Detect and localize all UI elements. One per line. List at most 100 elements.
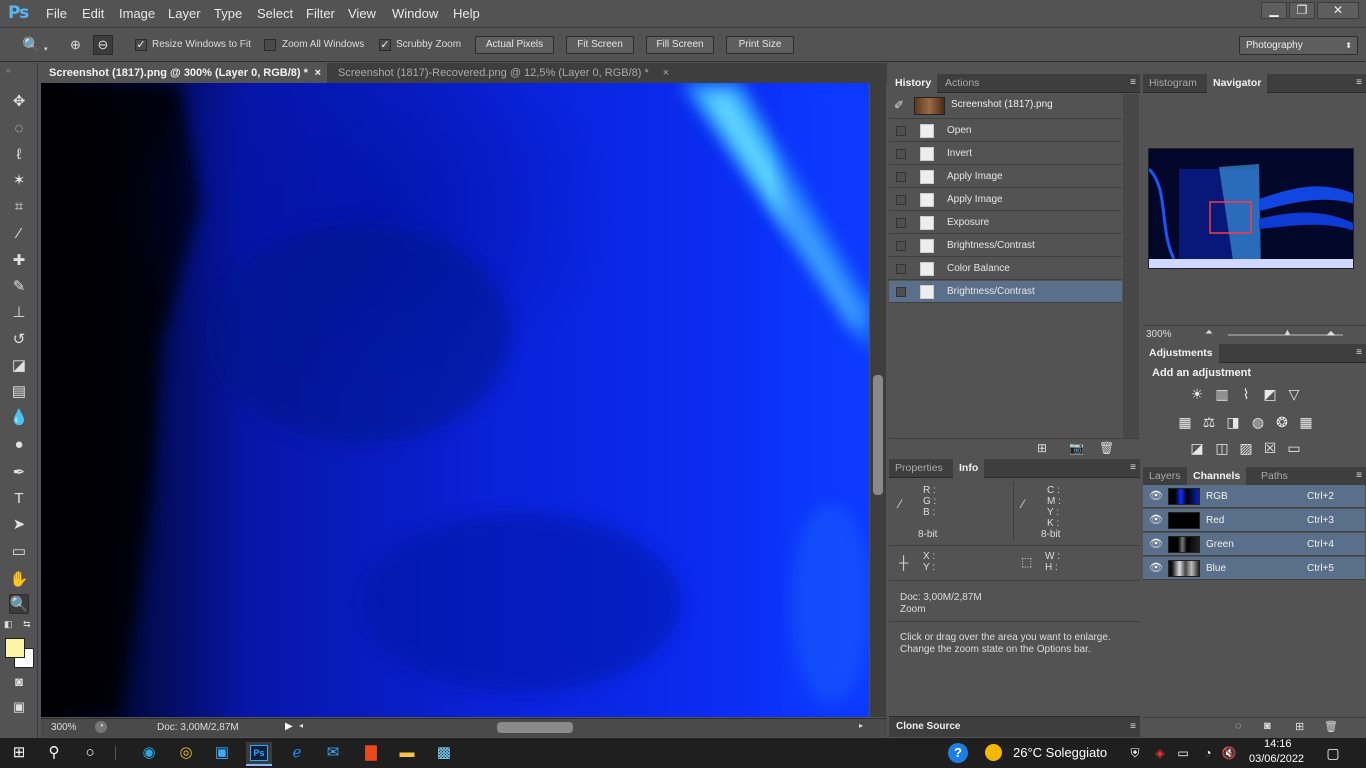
channel-mixer-icon[interactable]: ❂ (1273, 414, 1291, 430)
selective-color-icon[interactable]: ☒ (1261, 440, 1279, 456)
pen-tool-icon[interactable]: ✒ (9, 462, 29, 482)
history-brush-checkbox[interactable] (896, 218, 906, 228)
history-state[interactable]: Apply Image (889, 166, 1122, 188)
menu-image[interactable]: Image (119, 6, 155, 21)
rectangle-tool-icon[interactable]: ▭ (9, 541, 29, 561)
photo-filter-icon[interactable]: ◍ (1249, 414, 1267, 430)
tab-layers[interactable]: Layers (1143, 467, 1187, 486)
wifi-icon[interactable]: ◔ (1198, 743, 1218, 763)
menu-edit[interactable]: Edit (82, 6, 104, 21)
zoom-tool-preset-icon[interactable]: 🔍 (22, 36, 41, 54)
mail-icon[interactable]: ✉ (323, 743, 343, 763)
levels-icon[interactable]: ▥ (1213, 386, 1231, 402)
actual-pixels-button[interactable]: Actual Pixels (475, 36, 554, 54)
workspace-select[interactable]: Photography ⬍ (1239, 36, 1358, 55)
tab-navigator[interactable]: Navigator (1207, 74, 1268, 93)
lasso-tool-icon[interactable]: ℓ (9, 144, 29, 164)
document-canvas[interactable] (41, 83, 869, 717)
history-brush-checkbox[interactable] (896, 195, 906, 205)
panel-menu-icon[interactable]: ≡ (1356, 77, 1362, 88)
remote-desktop-icon[interactable]: ▣ (212, 743, 232, 763)
sun-weather-icon[interactable] (985, 744, 1002, 761)
brush-source-icon[interactable]: ✐ (894, 98, 904, 112)
type-tool-icon[interactable]: T (9, 488, 29, 508)
color-lookup-icon[interactable]: ▦ (1297, 414, 1315, 430)
channel-row-red[interactable]: 👁 Red Ctrl+3 (1143, 509, 1365, 532)
panel-menu-icon[interactable]: ≡ (1356, 470, 1362, 481)
file-explorer-icon[interactable]: ▬ (397, 743, 417, 763)
windows-start-icon[interactable]: ⊞ (9, 743, 29, 763)
menu-view[interactable]: View (348, 6, 376, 21)
posterize-icon[interactable]: ◫ (1213, 440, 1231, 456)
history-state[interactable]: Exposure (889, 212, 1122, 234)
tab-adjustments[interactable]: Adjustments (1143, 344, 1219, 363)
panel-menu-icon[interactable]: ≡ (1130, 77, 1136, 88)
stamp-tool-icon[interactable]: ⊥ (9, 302, 29, 322)
exposure-icon[interactable]: ◩ (1261, 386, 1279, 402)
eye-icon[interactable]: 👁 (1149, 509, 1163, 532)
restore-button[interactable]: ❐ (1289, 2, 1315, 19)
close-icon[interactable]: × (663, 63, 669, 83)
history-state[interactable]: Apply Image (889, 189, 1122, 211)
history-state[interactable]: Invert (889, 143, 1122, 165)
threshold-icon[interactable]: ▨ (1237, 440, 1255, 456)
zoom-out-mountain-icon[interactable]: ⏶ (1205, 327, 1213, 338)
panel-menu-icon[interactable]: ≡ (1130, 462, 1136, 473)
crop-tool-icon[interactable]: ⌗ (9, 196, 29, 216)
black-white-icon[interactable]: ◨ (1224, 414, 1242, 430)
trash-icon[interactable]: 🗑 (1099, 441, 1114, 455)
invert-icon[interactable]: ◪ (1188, 440, 1206, 456)
eyedropper-icon[interactable]: ⁄ (9, 223, 29, 243)
trash-icon[interactable]: 🗑 (1324, 720, 1338, 733)
tab-actions[interactable]: Actions (939, 74, 985, 93)
resize-windows-checkbox[interactable]: ✓ (135, 39, 147, 51)
swap-colors-icon[interactable]: ⇆ (23, 619, 31, 630)
weather-text[interactable]: 26°C Soleggiato (1013, 745, 1107, 760)
history-brush-checkbox[interactable] (896, 287, 906, 297)
zoom-all-checkbox[interactable] (264, 39, 276, 51)
history-state[interactable]: Open (889, 120, 1122, 142)
dodge-tool-icon[interactable]: ● (9, 434, 29, 454)
gradient-map-icon[interactable]: ▭ (1285, 440, 1303, 456)
collapse-arrows-icon[interactable]: » (6, 66, 10, 75)
eraser-tool-icon[interactable]: ◪ (9, 355, 29, 375)
panel-menu-icon[interactable]: ≡ (1356, 347, 1362, 358)
share-icon[interactable]: ◔ (95, 721, 107, 733)
history-brush-checkbox[interactable] (896, 172, 906, 182)
antivirus-icon[interactable]: ◈ (1150, 743, 1170, 763)
tab-info[interactable]: Info (953, 459, 985, 478)
chrome-icon[interactable]: ◎ (176, 743, 196, 763)
status-menu-arrow-icon[interactable]: ▶ (285, 721, 293, 732)
battery-icon[interactable]: ▭ (1173, 743, 1193, 763)
eye-icon[interactable]: 👁 (1149, 485, 1163, 508)
gradient-tool-icon[interactable]: ▤ (9, 381, 29, 401)
menu-type[interactable]: Type (214, 6, 242, 21)
quick-mask-icon[interactable]: ◙ (9, 671, 29, 691)
zoom-in-icon[interactable]: ⊕ (70, 37, 81, 53)
volume-muted-icon[interactable]: 🔇 (1219, 743, 1239, 763)
save-selection-icon[interactable]: ◙ (1264, 720, 1271, 732)
channel-row-green[interactable]: 👁 Green Ctrl+4 (1143, 533, 1365, 556)
new-document-from-state-icon[interactable]: ⊞ (1037, 441, 1047, 455)
close-icon[interactable]: × (315, 63, 321, 83)
channel-row-blue[interactable]: 👁 Blue Ctrl+5 (1143, 557, 1365, 580)
horizontal-scrollbar-thumb[interactable] (497, 722, 573, 733)
eye-icon[interactable]: 👁 (1149, 533, 1163, 556)
tab-properties[interactable]: Properties (889, 459, 949, 478)
clock-time[interactable]: 14:16 (1264, 738, 1292, 750)
brightness-icon[interactable]: ☀ (1188, 386, 1206, 402)
screen-mode-icon[interactable]: ▣ (9, 697, 29, 717)
clone-source-title[interactable]: Clone Source (896, 721, 960, 732)
zoom-tool-icon[interactable]: 🔍 (9, 594, 29, 614)
zoom-out-icon[interactable]: ⊖ (93, 35, 113, 55)
foreground-color-swatch[interactable] (5, 638, 25, 658)
eyedropper-icon[interactable]: ⁄ (1022, 497, 1024, 511)
clock-date[interactable]: 03/06/2022 (1249, 753, 1304, 765)
tab-channels[interactable]: Channels (1187, 467, 1247, 486)
history-brush-checkbox[interactable] (896, 264, 906, 274)
path-selection-icon[interactable]: ➤ (9, 514, 29, 534)
history-brush-checkbox[interactable] (896, 241, 906, 251)
fit-screen-button[interactable]: Fit Screen (566, 36, 634, 54)
menu-help[interactable]: Help (453, 6, 480, 21)
shield-icon[interactable]: ⛨ (1125, 743, 1145, 763)
